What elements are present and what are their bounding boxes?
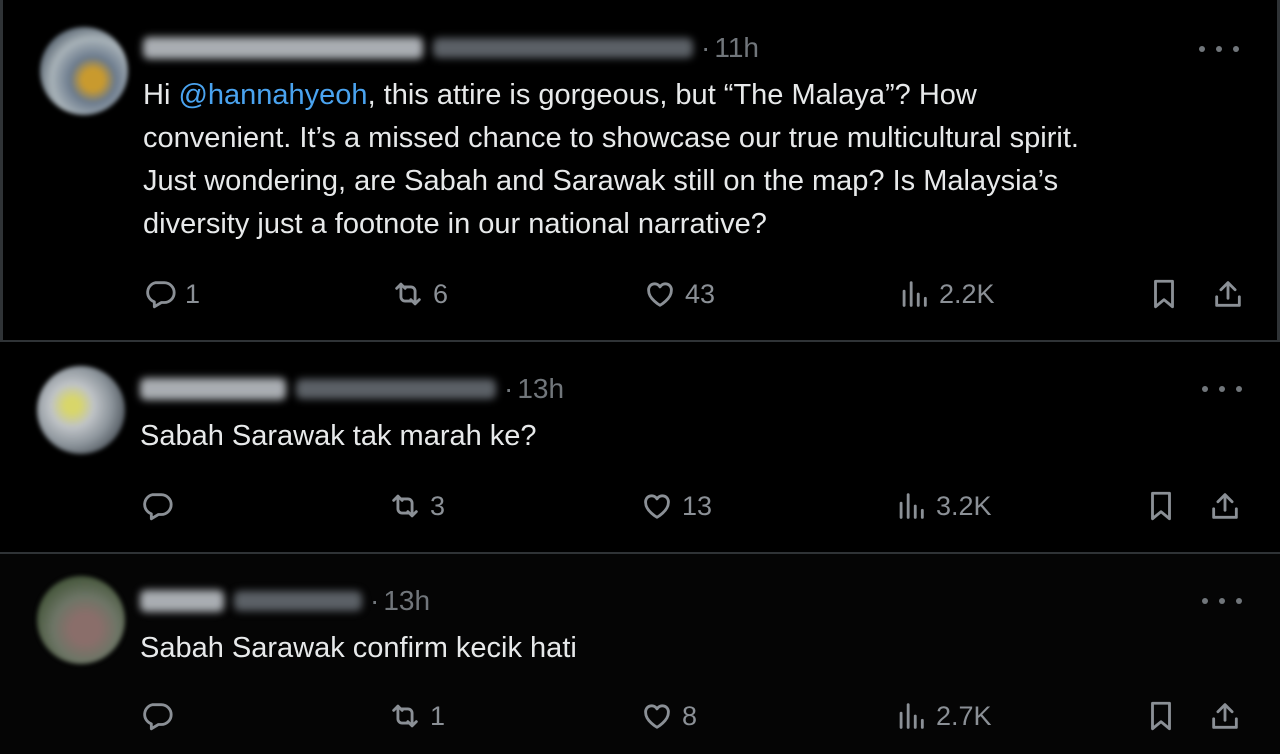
reply-count: 1 <box>185 278 201 309</box>
retweet-icon <box>392 494 418 518</box>
more-icon[interactable] <box>1202 379 1242 399</box>
like-count: 8 <box>682 700 698 731</box>
reply-icon <box>143 703 173 731</box>
action-bar: 1 8 2.7K <box>140 696 1250 736</box>
retweet-count: 6 <box>433 278 449 309</box>
views-button[interactable]: 2.7K <box>894 696 992 736</box>
tweet[interactable]: · 13h Sabah Sarawak tak marah ke? 3 13 3… <box>0 342 1280 552</box>
like-icon <box>644 704 670 729</box>
separator-dot: · <box>504 373 514 404</box>
handle-blurred[interactable] <box>296 379 496 399</box>
views-count: 2.7K <box>936 700 992 731</box>
avatar[interactable] <box>40 27 128 115</box>
retweet-button[interactable]: 3 <box>388 486 445 526</box>
display-name-blurred[interactable] <box>140 378 286 400</box>
more-icon[interactable] <box>1202 591 1242 611</box>
mention-link[interactable]: @hannahyeoh <box>178 79 367 111</box>
like-button[interactable]: 8 <box>640 696 697 736</box>
retweet-button[interactable]: 6 <box>391 274 448 314</box>
tweet[interactable]: · 11h Hi @hannahyeoh, this attire is gor… <box>0 0 1280 340</box>
more-icon[interactable] <box>1199 39 1239 59</box>
display-name-blurred[interactable] <box>140 590 224 612</box>
views-icon <box>902 281 927 307</box>
views-count: 3.2K <box>936 490 992 521</box>
views-button[interactable]: 3.2K <box>894 486 992 526</box>
views-icon <box>899 703 924 729</box>
tweet-text-part: Hi <box>143 79 179 111</box>
tweet-header: · 11h <box>143 28 759 68</box>
bookmark-icon <box>1151 491 1171 521</box>
display-name-blurred[interactable] <box>143 37 423 59</box>
bookmark-button[interactable] <box>1144 486 1178 526</box>
bookmark-icon <box>1154 279 1174 309</box>
reply-button[interactable] <box>140 486 182 526</box>
reply-icon <box>143 493 173 521</box>
share-icon <box>1215 281 1241 307</box>
like-button[interactable]: 13 <box>640 486 712 526</box>
retweet-button[interactable]: 1 <box>388 696 445 736</box>
tweet-header: · 13h <box>140 369 564 409</box>
tweet[interactable]: · 13h Sabah Sarawak confirm kecik hati 1… <box>0 554 1280 754</box>
like-icon <box>644 494 670 519</box>
share-button[interactable] <box>1208 696 1242 736</box>
views-button[interactable]: 2.2K <box>897 274 995 314</box>
separator-dot: · <box>701 32 711 63</box>
reply-button[interactable]: 1 <box>143 274 200 314</box>
views-count: 2.2K <box>939 278 995 309</box>
handle-blurred[interactable] <box>234 591 362 611</box>
timestamp[interactable]: 13h <box>383 585 430 617</box>
retweet-icon <box>392 704 418 728</box>
views-icon <box>899 493 924 519</box>
tweet-header: · 13h <box>140 581 430 621</box>
reply-feed: · 11h Hi @hannahyeoh, this attire is gor… <box>0 0 1280 754</box>
bookmark-button[interactable] <box>1144 696 1178 736</box>
retweet-count: 1 <box>430 700 446 731</box>
action-bar: 1 6 43 2.2K <box>143 274 1253 314</box>
tweet-text: Sabah Sarawak confirm kecik hati <box>140 632 577 664</box>
like-icon <box>647 282 673 307</box>
share-icon <box>1212 493 1238 519</box>
reply-button[interactable] <box>140 696 182 736</box>
share-icon <box>1212 703 1238 729</box>
share-button[interactable] <box>1208 486 1242 526</box>
retweet-count: 3 <box>430 490 446 521</box>
handle-blurred[interactable] <box>433 38 693 58</box>
timestamp[interactable]: 11h <box>714 32 759 64</box>
share-button[interactable] <box>1211 274 1245 314</box>
action-bar: 3 13 3.2K <box>140 486 1250 526</box>
like-count: 43 <box>685 278 716 309</box>
tweet-text: Hi @hannahyeoh, this attire is gorgeous,… <box>143 74 1243 246</box>
separator-dot: · <box>370 585 380 616</box>
like-button[interactable]: 43 <box>643 274 715 314</box>
avatar[interactable] <box>37 366 125 454</box>
like-count: 13 <box>682 490 713 521</box>
bookmark-icon <box>1151 701 1171 731</box>
retweet-icon <box>395 282 421 306</box>
tweet-text: Sabah Sarawak tak marah ke? <box>140 420 537 452</box>
avatar[interactable] <box>37 576 125 664</box>
reply-icon <box>146 281 176 309</box>
timestamp[interactable]: 13h <box>517 373 564 405</box>
bookmark-button[interactable] <box>1147 274 1181 314</box>
